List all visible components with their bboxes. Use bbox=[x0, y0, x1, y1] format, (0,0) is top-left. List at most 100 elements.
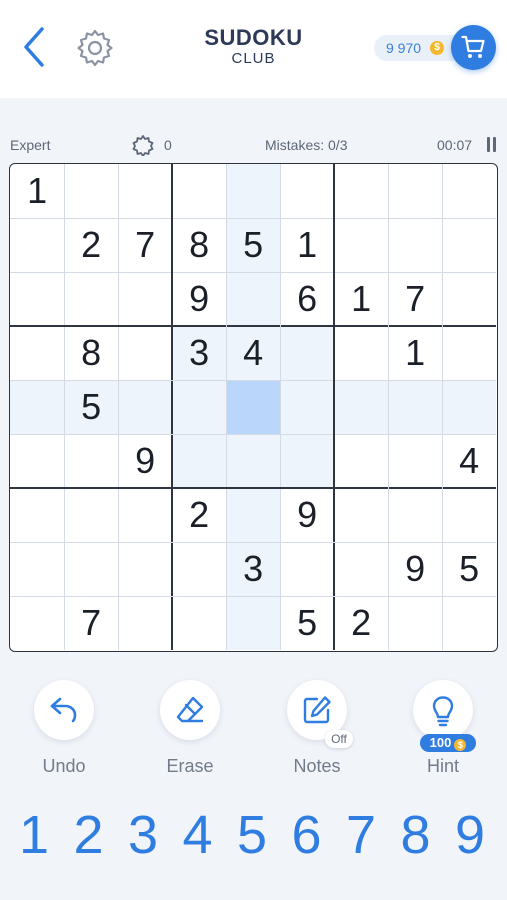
board-cell[interactable]: 8 bbox=[64, 326, 118, 380]
number-key[interactable]: 2 bbox=[62, 800, 116, 870]
board-cell[interactable] bbox=[10, 434, 64, 488]
number-key[interactable]: 5 bbox=[225, 800, 279, 870]
number-key[interactable]: 6 bbox=[280, 800, 334, 870]
board-cell[interactable]: 9 bbox=[118, 434, 172, 488]
board-cell[interactable]: 5 bbox=[226, 218, 281, 273]
board-cell[interactable] bbox=[226, 488, 281, 543]
pause-button[interactable] bbox=[486, 137, 498, 153]
board-cell[interactable] bbox=[334, 326, 388, 380]
board-cell[interactable] bbox=[442, 488, 496, 542]
board-cell[interactable]: 2 bbox=[334, 596, 388, 650]
board-cell[interactable] bbox=[388, 434, 442, 488]
board-cell[interactable]: 5 bbox=[280, 596, 334, 650]
board-cell[interactable]: 2 bbox=[172, 488, 226, 542]
board-cell[interactable] bbox=[334, 380, 389, 435]
board-cell[interactable]: 6 bbox=[280, 272, 334, 326]
board-cell[interactable] bbox=[388, 164, 442, 218]
board-cell[interactable]: 2 bbox=[64, 218, 118, 272]
board-cell[interactable] bbox=[118, 488, 172, 542]
board-cell[interactable] bbox=[64, 272, 118, 326]
board-cell[interactable] bbox=[334, 488, 388, 542]
board-cell[interactable] bbox=[388, 596, 442, 650]
board-cell[interactable] bbox=[10, 272, 64, 326]
board-cell[interactable] bbox=[442, 164, 496, 218]
board-cell[interactable] bbox=[334, 164, 388, 218]
board-cell[interactable] bbox=[388, 488, 442, 542]
board-cell[interactable] bbox=[64, 164, 118, 218]
board-cell[interactable]: 8 bbox=[172, 218, 226, 272]
number-key[interactable]: 9 bbox=[443, 800, 497, 870]
board-cell[interactable] bbox=[226, 272, 281, 327]
board-cell[interactable]: 7 bbox=[64, 596, 118, 650]
board-cell[interactable]: 7 bbox=[118, 218, 172, 272]
board-cell[interactable] bbox=[442, 596, 496, 650]
board-cell[interactable] bbox=[280, 434, 335, 489]
board-cell[interactable] bbox=[10, 542, 64, 596]
board-cell[interactable] bbox=[226, 596, 281, 651]
board-cell[interactable] bbox=[118, 542, 172, 596]
board-cell[interactable]: 1 bbox=[388, 326, 442, 380]
grid-line bbox=[441, 164, 443, 650]
board-cell[interactable] bbox=[442, 218, 496, 272]
board-cell[interactable] bbox=[10, 326, 64, 380]
board-cell[interactable] bbox=[226, 164, 281, 219]
game-status-bar: Expert 0 Mistakes: 0/3 00:07 bbox=[0, 134, 507, 157]
board-cell[interactable] bbox=[280, 164, 334, 218]
board-cell[interactable] bbox=[172, 596, 226, 650]
number-key[interactable]: 4 bbox=[171, 800, 225, 870]
erase-button[interactable]: Erase bbox=[150, 680, 230, 780]
number-key[interactable]: 3 bbox=[116, 800, 170, 870]
board-cell[interactable] bbox=[10, 218, 64, 272]
board-cell[interactable] bbox=[334, 542, 388, 596]
board-cell[interactable] bbox=[172, 164, 226, 218]
board-cell[interactable] bbox=[388, 380, 443, 435]
board-cell[interactable] bbox=[442, 272, 496, 326]
number-key[interactable]: 1 bbox=[7, 800, 61, 870]
number-key[interactable]: 7 bbox=[334, 800, 388, 870]
board-cell[interactable] bbox=[118, 326, 172, 380]
board-cell[interactable]: 5 bbox=[442, 542, 496, 596]
board-cell[interactable] bbox=[118, 164, 172, 218]
board-cell[interactable] bbox=[388, 218, 442, 272]
board-cell[interactable] bbox=[226, 434, 281, 489]
board-cell[interactable]: 1 bbox=[10, 164, 64, 218]
board-cell[interactable] bbox=[172, 434, 227, 489]
number-key[interactable]: 8 bbox=[389, 800, 443, 870]
board-cell[interactable] bbox=[118, 596, 172, 650]
grid-line bbox=[10, 487, 496, 489]
board-cell[interactable]: 5 bbox=[64, 380, 119, 435]
board-cell[interactable]: 9 bbox=[280, 488, 334, 542]
board-cell[interactable] bbox=[10, 596, 64, 650]
board-cell[interactable]: 4 bbox=[226, 326, 281, 381]
hint-button[interactable]: 100 $ Hint bbox=[403, 680, 483, 780]
board-cell[interactable] bbox=[64, 434, 118, 488]
board-cell[interactable] bbox=[172, 380, 227, 435]
board-cell[interactable]: 1 bbox=[334, 272, 388, 326]
board-cell[interactable] bbox=[64, 488, 118, 542]
undo-button[interactable]: Undo bbox=[24, 680, 104, 780]
shop-button[interactable] bbox=[451, 25, 496, 70]
board-cell[interactable] bbox=[226, 380, 281, 435]
board-cell[interactable] bbox=[280, 380, 335, 435]
board-cell[interactable] bbox=[118, 380, 173, 435]
board-cell[interactable]: 9 bbox=[388, 542, 442, 596]
board-cell[interactable] bbox=[442, 326, 496, 380]
board-cell[interactable]: 1 bbox=[280, 218, 334, 272]
board-cell[interactable] bbox=[10, 380, 65, 435]
board-cell[interactable] bbox=[172, 542, 226, 596]
board-cell[interactable]: 9 bbox=[172, 272, 226, 326]
grid-line bbox=[10, 271, 496, 273]
notes-button[interactable]: Off Notes bbox=[277, 680, 357, 780]
board-cell[interactable]: 3 bbox=[226, 542, 281, 597]
board-cell[interactable] bbox=[334, 434, 388, 488]
board-cell[interactable] bbox=[442, 380, 497, 435]
board-cell[interactable] bbox=[10, 488, 64, 542]
board-cell[interactable] bbox=[64, 542, 118, 596]
board-cell[interactable]: 3 bbox=[172, 326, 227, 381]
board-cell[interactable] bbox=[118, 272, 172, 326]
board-cell[interactable] bbox=[280, 326, 335, 381]
board-cell[interactable] bbox=[334, 218, 388, 272]
board-cell[interactable]: 7 bbox=[388, 272, 442, 326]
board-cell[interactable] bbox=[280, 542, 334, 596]
board-cell[interactable]: 4 bbox=[442, 434, 496, 488]
